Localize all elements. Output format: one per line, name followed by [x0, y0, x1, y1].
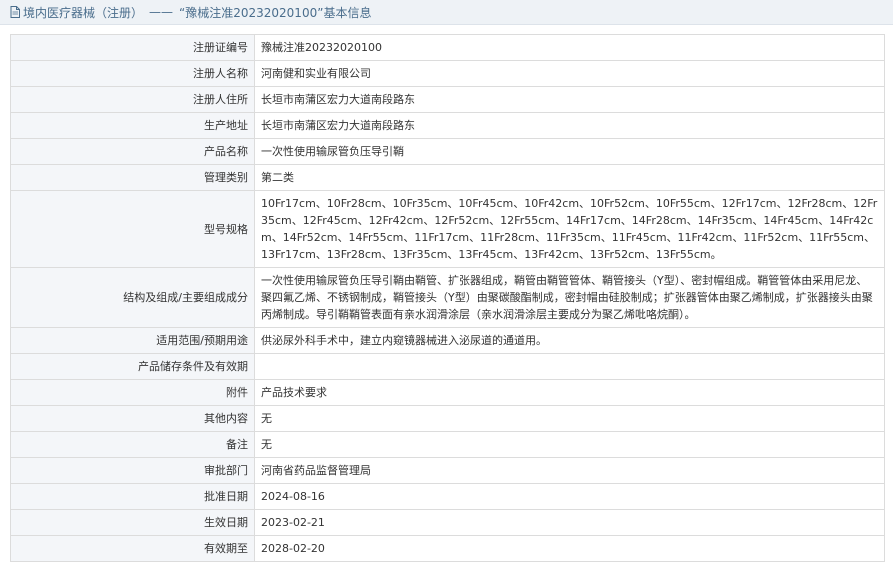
- row-management-category: 管理类别 第二类: [10, 164, 885, 191]
- row-value: 一次性使用输尿管负压导引鞘: [254, 138, 885, 165]
- row-label: 注册人住所: [10, 86, 255, 113]
- row-value: 2028-02-20: [254, 535, 885, 562]
- row-storage-conditions: 产品储存条件及有效期: [10, 353, 885, 380]
- row-value: 河南健和实业有限公司: [254, 60, 885, 87]
- row-value: 10Fr17cm、10Fr28cm、10Fr35cm、10Fr45cm、10Fr…: [254, 190, 885, 268]
- row-label: 注册人名称: [10, 60, 255, 87]
- row-value: 供泌尿外科手术中，建立内窥镜器械进入泌尿道的通道用。: [254, 327, 885, 354]
- header-suffix: 基本信息: [323, 5, 372, 20]
- header-separator: ——: [149, 5, 174, 19]
- row-label: 产品储存条件及有效期: [10, 353, 255, 380]
- row-value: 河南省药品监督管理局: [254, 457, 885, 484]
- row-approval-date: 批准日期 2024-08-16: [10, 483, 885, 510]
- row-value: 2024-08-16: [254, 483, 885, 510]
- row-approval-department: 审批部门 河南省药品监督管理局: [10, 457, 885, 484]
- row-registration-number: 注册证编号 豫械注准20232020100: [10, 34, 885, 61]
- row-remarks: 备注 无: [10, 431, 885, 458]
- row-production-address: 生产地址 长垣市南蒲区宏力大道南段路东: [10, 112, 885, 139]
- row-label: 生产地址: [10, 112, 255, 139]
- row-label: 备注: [10, 431, 255, 458]
- header-title: 境内医疗器械（注册）: [23, 5, 144, 20]
- row-label: 结构及组成/主要组成成分: [10, 267, 255, 328]
- row-label: 附件: [10, 379, 255, 406]
- row-label: 型号规格: [10, 190, 255, 268]
- row-label: 适用范围/预期用途: [10, 327, 255, 354]
- row-value: 第二类: [254, 164, 885, 191]
- detail-table-container: 注册证编号 豫械注准20232020100 注册人名称 河南健和实业有限公司 注…: [10, 34, 885, 562]
- row-label: 注册证编号: [10, 34, 255, 61]
- row-label: 其他内容: [10, 405, 255, 432]
- row-value: 豫械注准20232020100: [254, 34, 885, 61]
- document-icon: [10, 6, 20, 18]
- row-label: 生效日期: [10, 509, 255, 536]
- row-label: 产品名称: [10, 138, 255, 165]
- row-value: [254, 353, 885, 380]
- row-structure-composition: 结构及组成/主要组成成分 一次性使用输尿管负压导引鞘由鞘管、扩张器组成，鞘管由鞘…: [10, 267, 885, 328]
- page-header: 境内医疗器械（注册） —— “豫械注准20232020100” 基本信息: [0, 0, 893, 25]
- row-intended-use: 适用范围/预期用途 供泌尿外科手术中，建立内窥镜器械进入泌尿道的通道用。: [10, 327, 885, 354]
- row-label: 批准日期: [10, 483, 255, 510]
- row-effective-date: 生效日期 2023-02-21: [10, 509, 885, 536]
- detail-table: 注册证编号 豫械注准20232020100 注册人名称 河南健和实业有限公司 注…: [10, 34, 885, 562]
- row-value: 无: [254, 431, 885, 458]
- row-product-name: 产品名称 一次性使用输尿管负压导引鞘: [10, 138, 885, 165]
- row-value: 2023-02-21: [254, 509, 885, 536]
- row-value: 无: [254, 405, 885, 432]
- row-registrant-address: 注册人住所 长垣市南蒲区宏力大道南段路东: [10, 86, 885, 113]
- row-other-content: 其他内容 无: [10, 405, 885, 432]
- row-value: 长垣市南蒲区宏力大道南段路东: [254, 112, 885, 139]
- row-value: 长垣市南蒲区宏力大道南段路东: [254, 86, 885, 113]
- row-registrant-name: 注册人名称 河南健和实业有限公司: [10, 60, 885, 87]
- row-value: 产品技术要求: [254, 379, 885, 406]
- row-value: 一次性使用输尿管负压导引鞘由鞘管、扩张器组成，鞘管由鞘管管体、鞘管接头（Y型）、…: [254, 267, 885, 328]
- row-label: 管理类别: [10, 164, 255, 191]
- row-expiry-date: 有效期至 2028-02-20: [10, 535, 885, 562]
- row-model-spec: 型号规格 10Fr17cm、10Fr28cm、10Fr35cm、10Fr45cm…: [10, 190, 885, 268]
- row-attachment: 附件 产品技术要求: [10, 379, 885, 406]
- header-reg-ref: “豫械注准20232020100”: [179, 5, 324, 20]
- row-label: 有效期至: [10, 535, 255, 562]
- row-label: 审批部门: [10, 457, 255, 484]
